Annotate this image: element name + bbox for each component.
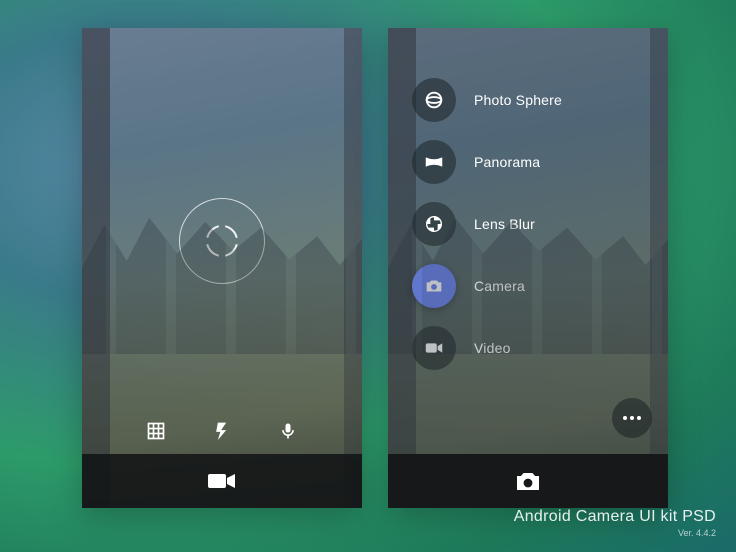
grid-icon [146, 421, 166, 441]
quick-controls [82, 420, 362, 442]
camera-viewfinder-screen [82, 28, 362, 508]
more-icon [623, 416, 641, 420]
mode-list: Photo Sphere Panorama [412, 78, 562, 370]
mode-label: Video [474, 340, 511, 356]
camera-icon [412, 264, 456, 308]
aperture-icon [412, 202, 456, 246]
mode-label: Lens Blur [474, 216, 535, 232]
video-icon [207, 471, 237, 491]
photo-shutter-button[interactable] [514, 469, 542, 493]
mode-item-photo-sphere[interactable]: Photo Sphere [412, 78, 562, 122]
camera-modes-screen: Photo Sphere Panorama [388, 28, 668, 508]
mode-label: Panorama [474, 154, 540, 170]
video-shutter-button[interactable] [207, 471, 237, 491]
video-icon [412, 326, 456, 370]
grid-toggle[interactable] [145, 420, 167, 442]
mic-toggle[interactable] [277, 420, 299, 442]
footer-version: Ver. 4.4.2 [514, 528, 716, 538]
focus-reticle-icon [206, 225, 238, 257]
capture-bar [388, 454, 668, 508]
footer-title: Android Camera UI kit PSD [514, 508, 716, 526]
capture-bar [82, 454, 362, 508]
mode-item-panorama[interactable]: Panorama [412, 140, 562, 184]
panorama-icon [412, 140, 456, 184]
sphere-icon [412, 78, 456, 122]
mode-label: Photo Sphere [474, 92, 562, 108]
mode-item-camera[interactable]: Camera [412, 264, 562, 308]
mode-item-lens-blur[interactable]: Lens Blur [412, 202, 562, 246]
focus-ring[interactable] [179, 198, 265, 284]
camera-icon [514, 469, 542, 493]
overflow-button[interactable] [612, 398, 652, 438]
flash-icon [212, 421, 232, 441]
footer: Android Camera UI kit PSD Ver. 4.4.2 [514, 508, 716, 538]
mode-item-video[interactable]: Video [412, 326, 562, 370]
mode-label: Camera [474, 278, 525, 294]
mic-icon [278, 421, 298, 441]
flash-toggle[interactable] [211, 420, 233, 442]
